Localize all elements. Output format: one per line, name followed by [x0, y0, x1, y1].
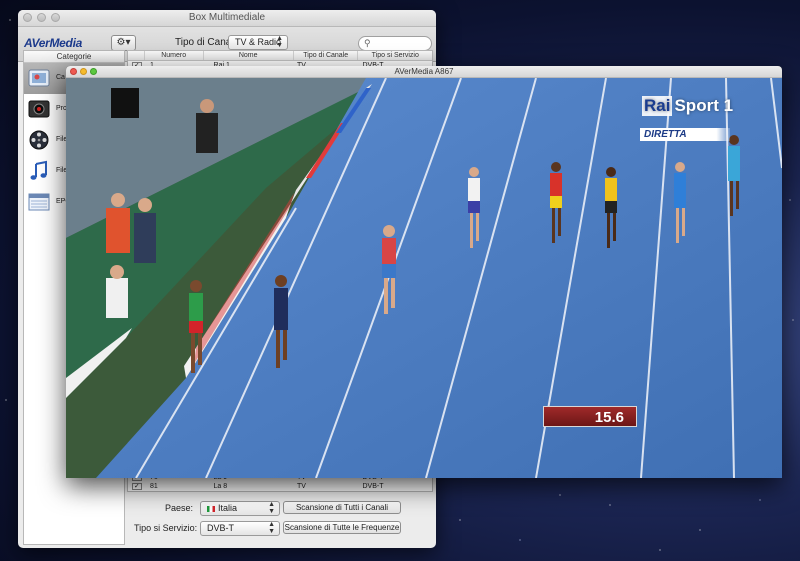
music-note-icon: [30, 160, 47, 180]
country-select[interactable]: Italia ▲ ▼: [200, 501, 280, 516]
video-player-window: AVerMedia A867 Rai Sport 1 DIRETTA 15.6: [66, 66, 782, 478]
search-input[interactable]: ⚲: [358, 36, 432, 51]
avermedia-logo: AVerMedia: [24, 36, 82, 50]
record-icon: [28, 100, 50, 118]
sidebar-header: Categorie: [24, 51, 124, 63]
rai-logo-box: Rai: [642, 96, 673, 116]
row-number: 81: [149, 483, 158, 490]
window-title: Box Multimediale: [188, 12, 266, 23]
column-check: [128, 51, 145, 60]
rai-logo-text: Sport 1: [674, 96, 734, 115]
scan-all-channels-button[interactable]: Scansione di Tutti i Canali: [283, 501, 401, 514]
window-controls: [23, 13, 60, 22]
country-label: Paese:: [165, 503, 194, 513]
select-arrows-icon: ▲ ▼: [268, 501, 275, 515]
rai-sport-logo: Rai Sport 1: [642, 96, 733, 116]
column-number[interactable]: Numero: [145, 51, 204, 60]
gear-menu-button[interactable]: ⚙▾: [111, 35, 136, 51]
film-reel-icon: [29, 130, 49, 150]
zoom-button[interactable]: [90, 68, 97, 75]
service-type-value: DVB-T: [207, 523, 234, 533]
column-service-type[interactable]: Tipo si Servizio: [358, 51, 432, 60]
select-arrows-icon: ▲ ▼: [276, 35, 283, 49]
minimize-button[interactable]: [80, 68, 87, 75]
video-frame[interactable]: Rai Sport 1 DIRETTA 15.6: [66, 78, 782, 478]
table-header: Numero Nome Tipo di Canale Tipo si Servi…: [128, 51, 432, 61]
country-value: Italia: [218, 503, 238, 513]
live-badge: DIRETTA: [640, 128, 730, 141]
video-window-title: AVerMedia A867: [394, 67, 454, 76]
video-titlebar[interactable]: AVerMedia A867: [66, 66, 782, 78]
zoom-button[interactable]: [51, 13, 60, 22]
minimize-button[interactable]: [37, 13, 46, 22]
row-service-type: DVB-T: [362, 483, 384, 490]
row-name: La 8: [213, 483, 228, 490]
column-channel-type[interactable]: Tipo di Canale: [294, 51, 359, 60]
select-arrows-icon: ▲ ▼: [268, 521, 275, 535]
close-button[interactable]: [23, 13, 32, 22]
channel-type-select[interactable]: TV & Radio ▲ ▼: [228, 35, 288, 50]
window-controls: [70, 68, 97, 75]
table-row[interactable]: ✓ 81 La 8 TV DVB-T: [128, 482, 432, 491]
row-channel-type: TV: [296, 483, 306, 490]
close-button[interactable]: [70, 68, 77, 75]
channels-icon: [28, 69, 50, 87]
epg-icon: [28, 193, 50, 211]
row-checkbox[interactable]: ✓: [132, 483, 142, 490]
scan-all-frequencies-button[interactable]: Scansione di Tutte le Frequenze: [283, 521, 401, 534]
service-type-select[interactable]: DVB-T ▲ ▼: [200, 521, 280, 536]
main-titlebar[interactable]: Box Multimediale: [18, 10, 436, 27]
search-icon: ⚲: [364, 38, 371, 48]
race-timer: 15.6: [543, 406, 637, 427]
channel-type-value: TV & Radio: [235, 37, 282, 47]
italy-flag-icon: [207, 505, 215, 512]
sidebar-item-label: Ca: [56, 74, 65, 81]
service-type-label: Tipo si Servizio:: [134, 523, 198, 533]
scan-form: Paese: Italia ▲ ▼ Scansione di Tutti i Ca…: [127, 497, 431, 545]
column-name[interactable]: Nome: [204, 51, 294, 60]
